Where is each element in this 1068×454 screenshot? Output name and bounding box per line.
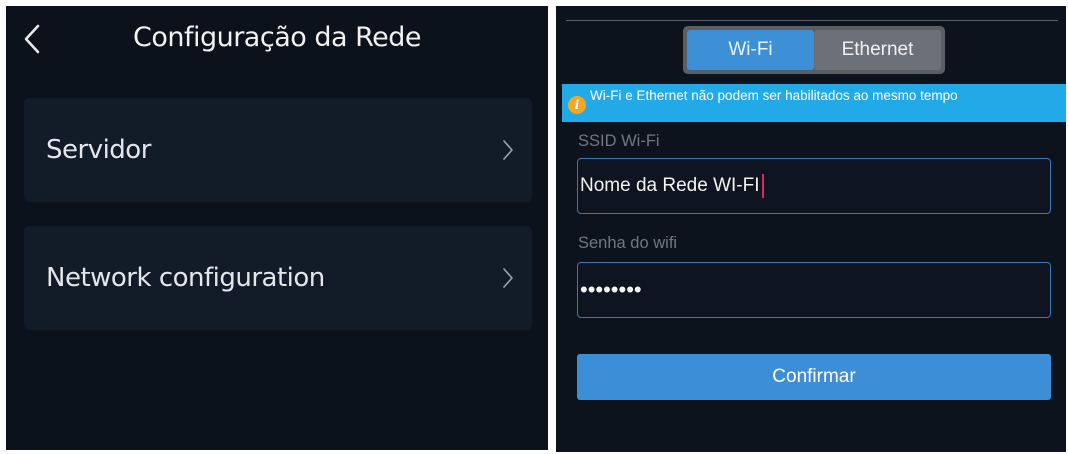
password-value: •••••••• xyxy=(580,277,642,302)
ssid-label: SSID Wi-Fi xyxy=(578,132,660,150)
menu-item-servidor[interactable]: Servidor xyxy=(24,98,532,202)
password-label: Senha do wifi xyxy=(578,234,678,252)
info-icon: i xyxy=(568,96,586,114)
notice-text: Wi-Fi e Ethernet não podem ser habilitad… xyxy=(590,88,958,103)
tab-ethernet[interactable]: Ethernet xyxy=(814,30,941,70)
chevron-right-icon xyxy=(502,267,514,289)
notice-banner: i Wi-Fi e Ethernet não podem ser habilit… xyxy=(562,84,1066,122)
wifi-setup-screen: Wi-Fi Ethernet i Wi-Fi e Ethernet não po… xyxy=(556,6,1066,452)
connection-type-toggle: Wi-Fi Ethernet xyxy=(683,26,945,74)
menu-item-label: Servidor xyxy=(46,135,151,165)
divider xyxy=(566,20,1058,21)
page-title: Configuração da Rede xyxy=(132,22,422,53)
password-input[interactable]: •••••••• xyxy=(577,262,1051,318)
tab-wifi[interactable]: Wi-Fi xyxy=(687,30,814,70)
ssid-input[interactable]: Nome da Rede WI-FI xyxy=(577,158,1051,214)
network-config-screen: Configuração da Rede Servidor Network co… xyxy=(6,6,548,450)
text-cursor xyxy=(761,174,764,198)
menu-item-network-configuration[interactable]: Network configuration xyxy=(24,226,532,330)
chevron-right-icon xyxy=(502,139,514,161)
menu-item-label: Network configuration xyxy=(46,263,325,293)
confirm-button[interactable]: Confirmar xyxy=(577,354,1051,400)
ssid-value: Nome da Rede WI-FI xyxy=(580,175,760,196)
